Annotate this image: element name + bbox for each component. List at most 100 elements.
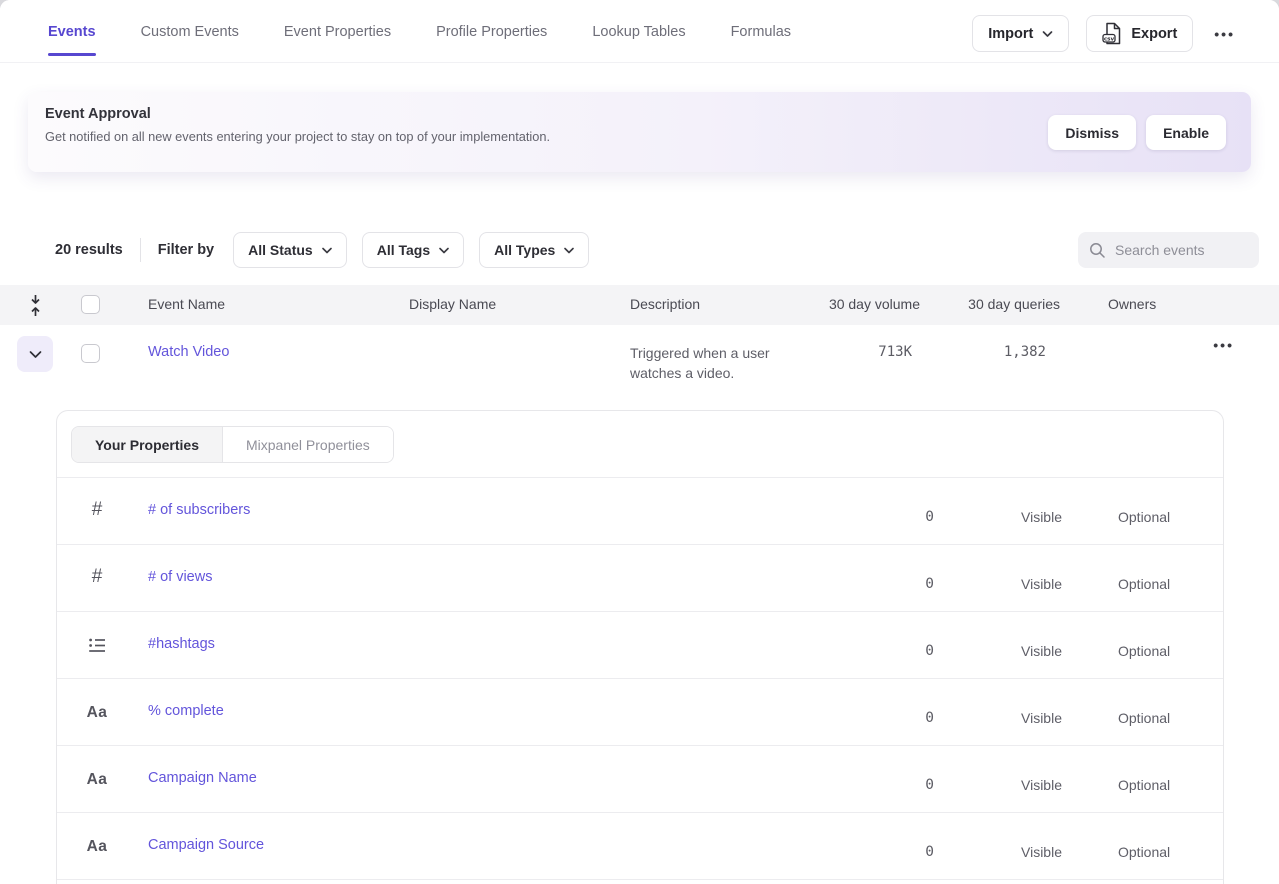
property-visibility: Visible [1021, 777, 1062, 793]
banner-title: Event Approval [45, 106, 151, 122]
property-name-link[interactable]: # of subscribers [148, 502, 250, 518]
tab-lookup-tables[interactable]: Lookup Tables [592, 0, 685, 63]
tab-formulas[interactable]: Formulas [731, 0, 791, 63]
property-count: 0 [857, 509, 934, 525]
property-visibility: Visible [1021, 643, 1062, 659]
svg-text:csv: csv [1104, 36, 1115, 42]
property-row: # # of views 0 Visible Optional [57, 545, 1223, 612]
enable-button[interactable]: Enable [1146, 115, 1226, 150]
export-button-label: Export [1131, 26, 1177, 42]
property-row: Aa Campaign Source 0 Visible Optional [57, 813, 1223, 880]
banner-actions: Dismiss Enable [1048, 115, 1226, 150]
properties-tabs-section: Your Properties Mixpanel Properties [57, 411, 1223, 478]
property-requirement: Optional [1118, 643, 1170, 659]
lexicon-events-page: Events Custom Events Event Properties Pr… [0, 0, 1279, 884]
dismiss-button[interactable]: Dismiss [1048, 115, 1136, 150]
property-row: #hashtags 0 Visible Optional [57, 612, 1223, 679]
property-requirement: Optional [1118, 777, 1170, 793]
properties-panel: Your Properties Mixpanel Properties # # … [56, 410, 1224, 884]
text-type-icon: Aa [79, 679, 115, 746]
property-count: 0 [857, 777, 934, 793]
select-all-checkbox[interactable] [81, 295, 100, 314]
tab-lookup-tables-label: Lookup Tables [592, 24, 685, 40]
property-requirement: Optional [1118, 576, 1170, 592]
list-type-icon [79, 612, 115, 679]
tab-custom-events-label: Custom Events [141, 24, 239, 40]
event-name-link[interactable]: Watch Video [148, 344, 229, 360]
property-name-link[interactable]: Campaign Name [148, 770, 257, 786]
tab-events[interactable]: Events [48, 0, 96, 63]
filter-by-label: Filter by [158, 242, 214, 258]
col-30-day-queries: 30 day queries [930, 296, 1060, 312]
property-visibility: Visible [1021, 576, 1062, 592]
collapse-row-button[interactable] [17, 336, 53, 372]
toolbar-divider [140, 238, 141, 262]
property-requirement: Optional [1118, 710, 1170, 726]
chevron-down-icon [322, 247, 332, 254]
col-display-name: Display Name [409, 296, 496, 312]
col-event-name: Event Name [148, 296, 225, 312]
types-filter-dropdown[interactable]: All Types [479, 232, 589, 268]
banner-description: Get notified on all new events entering … [45, 129, 550, 144]
property-name-link[interactable]: % complete [148, 703, 224, 719]
import-button-label: Import [988, 26, 1033, 42]
status-filter-dropdown[interactable]: All Status [233, 232, 347, 268]
nav-more-button[interactable]: ••• [1210, 26, 1239, 42]
tab-formulas-label: Formulas [731, 24, 791, 40]
tab-custom-events[interactable]: Custom Events [141, 0, 239, 63]
search-input[interactable] [1115, 242, 1245, 258]
event-volume: 713K [770, 344, 912, 360]
properties-tabs: Your Properties Mixpanel Properties [71, 426, 394, 463]
property-requirement: Optional [1118, 509, 1170, 525]
col-owners: Owners [1108, 296, 1156, 312]
active-tab-underline [48, 53, 96, 56]
property-count: 0 [857, 710, 934, 726]
tab-events-label: Events [48, 24, 96, 40]
export-button[interactable]: csv Export [1086, 15, 1193, 52]
col-30-day-volume: 30 day volume [770, 296, 920, 312]
event-approval-banner: Event Approval Get notified on all new e… [28, 92, 1251, 172]
property-row: # # of subscribers 0 Visible Optional [57, 478, 1223, 545]
number-type-icon: # [79, 476, 115, 543]
tab-profile-properties-label: Profile Properties [436, 24, 547, 40]
event-queries: 1,382 [916, 344, 1046, 360]
chevron-down-icon [564, 247, 574, 254]
nav-actions: Import csv Export ••• [972, 15, 1239, 52]
ellipsis-icon: ••• [1213, 337, 1234, 353]
search-box [1078, 232, 1259, 268]
import-button[interactable]: Import [972, 15, 1069, 52]
tags-filter-dropdown[interactable]: All Tags [362, 232, 464, 268]
ellipsis-icon: ••• [1214, 26, 1235, 42]
property-count: 0 [857, 643, 934, 659]
nav-tabs: Events Custom Events Event Properties Pr… [48, 0, 791, 63]
property-name-link[interactable]: #hashtags [148, 636, 215, 652]
row-checkbox[interactable] [81, 344, 100, 363]
property-name-link[interactable]: # of views [148, 569, 212, 585]
property-visibility: Visible [1021, 509, 1062, 525]
collapse-all-icon[interactable] [29, 294, 42, 317]
property-count: 0 [857, 576, 934, 592]
tab-your-properties[interactable]: Your Properties [72, 427, 223, 462]
chevron-down-icon [439, 247, 449, 254]
csv-file-icon: csv [1102, 22, 1122, 45]
property-count: 0 [857, 844, 934, 860]
property-requirement: Optional [1118, 844, 1170, 860]
types-filter-label: All Types [494, 242, 555, 258]
events-table-header: Event Name Display Name Description 30 d… [0, 285, 1279, 325]
filter-toolbar: 20 results Filter by All Status All Tags… [55, 232, 604, 268]
tab-event-properties-label: Event Properties [284, 24, 391, 40]
text-type-icon: Aa [79, 813, 115, 880]
row-more-button[interactable]: ••• [1209, 337, 1238, 353]
top-nav: Events Custom Events Event Properties Pr… [0, 0, 1279, 63]
tab-profile-properties[interactable]: Profile Properties [436, 0, 547, 63]
tab-event-properties[interactable]: Event Properties [284, 0, 391, 63]
text-type-icon: Aa [79, 746, 115, 813]
chevron-down-icon [29, 350, 42, 359]
chevron-down-icon [1042, 30, 1053, 38]
tags-filter-label: All Tags [377, 242, 430, 258]
number-type-icon: # [79, 543, 115, 610]
property-name-link[interactable]: Campaign Source [148, 837, 264, 853]
tab-mixpanel-properties[interactable]: Mixpanel Properties [223, 427, 393, 462]
search-icon [1089, 242, 1106, 259]
status-filter-label: All Status [248, 242, 313, 258]
